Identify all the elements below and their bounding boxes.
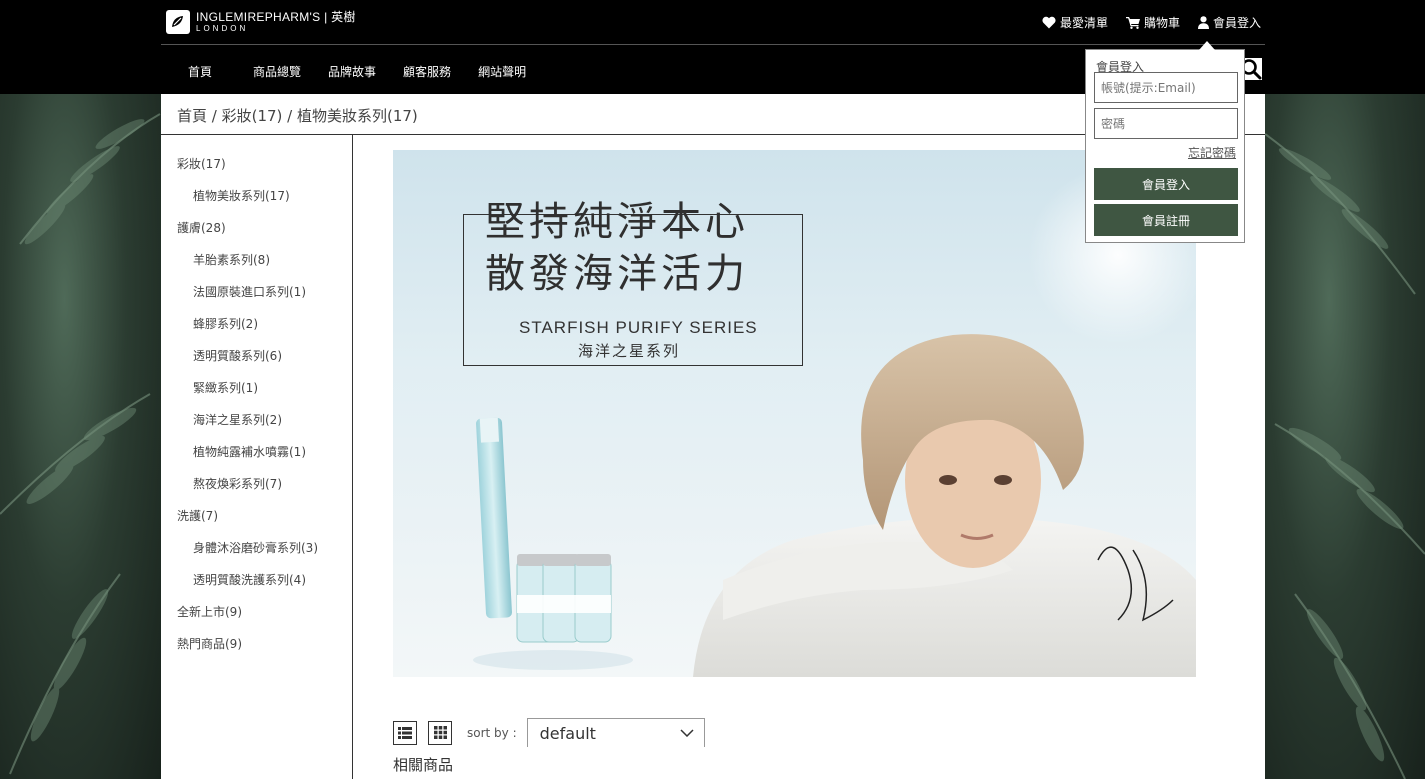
sort-select[interactable]: default [526,718,705,747]
wishlist-label: 最愛清單 [1059,16,1108,30]
register-button[interactable]: 會員註冊 [1094,204,1238,236]
background-fern-right [1265,94,1425,779]
wishlist-link[interactable]: 最愛清單 [1042,14,1108,31]
subcategory-item[interactable]: 透明質酸系列(6) [177,348,318,380]
category-item[interactable]: 全新上市(9) [177,604,318,636]
nav-products[interactable]: 商品總覽 [212,63,301,80]
category-item[interactable]: 洗護(7) [177,508,318,540]
subcategory-item[interactable]: 熬夜煥彩系列(7) [177,476,318,508]
grid-view-button[interactable] [428,720,452,745]
subcategory-item[interactable]: 透明質酸洗護系列(4) [177,572,318,604]
subcategory-item[interactable]: 法國原裝進口系列(1) [177,284,318,316]
nav-brand-story[interactable]: 品牌故事 [301,63,376,80]
login-button[interactable]: 會員登入 [1094,168,1238,200]
subcategory-item[interactable]: 羊胎素系列(8) [177,252,318,284]
list-view-button[interactable] [393,720,417,745]
nav-site-statement[interactable]: 網站聲明 [451,63,526,80]
background-fern-left [0,94,161,779]
banner-headline-line-1: 堅持純淨本心 [485,199,749,245]
forgot-password-link[interactable]: 忘記密碼 [1188,144,1236,161]
heart-icon [1042,16,1056,29]
chevron-down-icon [680,729,694,737]
password-input[interactable] [1094,108,1238,139]
breadcrumb[interactable]: 首頁 / 彩妝(17) / 植物美妝系列(17) [177,105,418,126]
promo-banner[interactable]: 堅持純淨本心 散發海洋活力 STARFISH PURIFY SERIES 海洋之… [393,150,1196,677]
login-dropdown: 會員登入 忘記密碼 會員登入 會員註冊 [1085,41,1245,243]
sort-select-value: default [539,723,596,743]
category-item[interactable]: 護膚(28) [177,220,318,252]
subcategory-item[interactable]: 植物純露補水噴霧(1) [177,444,318,476]
subcategory-item[interactable]: 海洋之星系列(2) [177,412,318,444]
related-products-heading: 相關商品 [393,756,454,774]
sort-label: sort by : [467,725,517,740]
logo-line-2: LONDON [196,24,249,33]
grid-view-icon [433,726,447,739]
list-view-icon [398,726,412,739]
nav-customer-service[interactable]: 顧客服務 [376,63,451,80]
login-label: 會員登入 [1212,16,1261,30]
product-toolbar: sort by : default [393,718,705,747]
main-nav: 首頁 商品總覽 品牌故事 顧客服務 網站聲明 [161,63,526,80]
subcategory-item[interactable]: 蜂膠系列(2) [177,316,318,348]
sidebar-divider [352,135,353,779]
category-item[interactable]: 彩妝(17) [177,156,318,188]
banner-headline-line-2: 散發海洋活力 [485,251,749,297]
subcategory-item[interactable]: 身體沐浴磨砂膏系列(3) [177,540,318,572]
account-input[interactable] [1094,72,1238,103]
nav-home[interactable]: 首頁 [161,63,212,80]
logo-mark-icon [166,10,190,34]
header-divider [161,44,1265,45]
banner-headline: 堅持純淨本心 散發海洋活力 [485,196,749,300]
category-sidebar: 彩妝(17) 植物美妝系列(17) 護膚(28) 羊胎素系列(8) 法國原裝進口… [177,156,318,668]
cart-link[interactable]: 購物車 [1125,14,1180,31]
category-item[interactable]: 熱門商品(9) [177,636,318,668]
banner-series-en: STARFISH PURIFY SERIES [519,318,758,337]
logo-line-1: INGLEMIREPHARM'S | 英樹 [196,10,356,24]
subcategory-item[interactable]: 緊緻系列(1) [177,380,318,412]
banner-series-zh: 海洋之星系列 [578,342,681,360]
login-link[interactable]: 會員登入 [1197,14,1261,31]
user-icon [1197,16,1209,29]
subcategory-item[interactable]: 植物美妝系列(17) [177,188,318,220]
cart-icon [1125,16,1140,29]
brand-logo[interactable]: INGLEMIREPHARM'S | 英樹 LONDON [166,10,356,34]
cart-label: 購物車 [1143,16,1180,30]
